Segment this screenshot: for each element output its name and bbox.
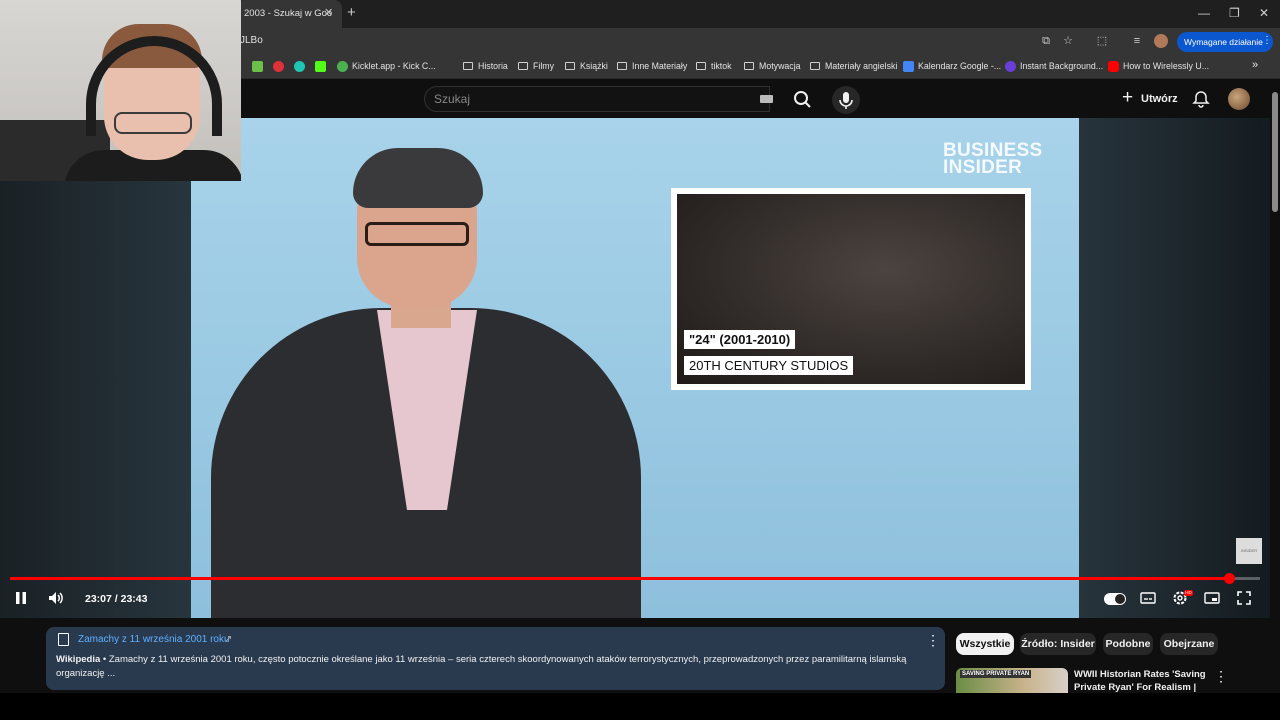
folder-icon bbox=[810, 62, 820, 70]
kicklet-icon[interactable] bbox=[337, 61, 348, 72]
profile-avatar-icon[interactable] bbox=[1154, 34, 1168, 48]
miniplayer-button[interactable] bbox=[1204, 590, 1220, 611]
document-icon bbox=[58, 633, 69, 646]
presenter-glasses bbox=[365, 222, 469, 246]
folder-icon bbox=[696, 62, 706, 70]
chip-related[interactable]: Podobne bbox=[1103, 633, 1153, 655]
bookmark-tiktok[interactable]: tiktok bbox=[711, 61, 732, 71]
info-card-text: Wikipedia • Zamachy z 11 września 2001 r… bbox=[56, 653, 916, 681]
calendar-icon bbox=[903, 61, 914, 72]
pause-icon bbox=[16, 592, 26, 604]
new-tab-button[interactable]: + bbox=[347, 4, 356, 21]
insider-corner-badge[interactable]: INSIDER bbox=[1236, 538, 1262, 564]
folder-icon bbox=[744, 62, 754, 70]
bookmark-instant-background[interactable]: Instant Background... bbox=[1020, 61, 1103, 71]
address-bar[interactable]: JLBo bbox=[240, 35, 263, 46]
bookmark-ksiazki[interactable]: Książki bbox=[580, 61, 608, 71]
fullscreen-button[interactable] bbox=[1236, 590, 1252, 611]
folder-icon bbox=[518, 62, 528, 70]
scrubber-handle[interactable] bbox=[1224, 573, 1235, 584]
bookmark-how-to-wirelessly[interactable]: How to Wirelessly U... bbox=[1123, 61, 1209, 71]
bookmark-motywacja[interactable]: Motywacja bbox=[759, 61, 801, 71]
pause-button[interactable] bbox=[14, 590, 28, 611]
streamer-glasses bbox=[114, 112, 192, 134]
folder-icon bbox=[565, 62, 575, 70]
bookmark-kicklet[interactable]: Kicklet.app - Kick C... bbox=[352, 61, 436, 71]
webcam-overlay bbox=[0, 0, 241, 181]
clip-title: "24" (2001-2010) bbox=[684, 330, 796, 349]
close-window-icon[interactable]: ✕ bbox=[1259, 6, 1269, 20]
hd-badge: HD bbox=[1184, 590, 1193, 596]
clip-studio: 20TH CENTURY STUDIOS bbox=[684, 356, 854, 375]
search-input[interactable] bbox=[424, 86, 770, 112]
photoroom-icon bbox=[1005, 61, 1016, 72]
info-card-title[interactable]: Zamachy z 11 września 2001 roku bbox=[78, 634, 230, 645]
chip-source-insider[interactable]: Źródło: Insider bbox=[1020, 633, 1096, 655]
volume-icon bbox=[49, 592, 63, 604]
account-avatar[interactable] bbox=[1228, 88, 1250, 110]
folder-icon bbox=[617, 62, 627, 70]
autoplay-toggle-knob bbox=[1115, 594, 1125, 604]
external-link-icon[interactable]: ↗ bbox=[224, 634, 232, 645]
chip-watched[interactable]: Obejrzane bbox=[1160, 633, 1218, 655]
voice-search-button[interactable] bbox=[832, 86, 860, 114]
bookmark-historia[interactable]: Historia bbox=[478, 61, 508, 71]
bookmark-filmy[interactable]: Filmy bbox=[533, 61, 554, 71]
bookmark-icon-2[interactable] bbox=[273, 61, 284, 72]
video-frame[interactable]: BUSINESS INSIDER "24" (2001-2010) 20TH C… bbox=[191, 118, 1079, 618]
chip-all[interactable]: Wszystkie bbox=[956, 633, 1014, 655]
info-card-source: Wikipedia bbox=[56, 654, 101, 665]
presenter-hair bbox=[353, 148, 483, 208]
action-menu-icon[interactable]: ⋮ bbox=[1262, 35, 1272, 46]
recommendation-menu-icon[interactable]: ⋮ bbox=[1214, 668, 1228, 685]
bookmark-star-icon[interactable]: ☆ bbox=[1061, 34, 1075, 48]
ambient-left bbox=[0, 118, 191, 618]
bookmark-inne-materialy[interactable]: Inne Materiały bbox=[632, 61, 687, 71]
bottom-bar bbox=[0, 693, 1280, 720]
restore-icon[interactable]: ❐ bbox=[1229, 6, 1240, 20]
search-placeholder: Szukaj bbox=[434, 92, 471, 106]
search-button[interactable] bbox=[783, 86, 823, 112]
bookmark-materialy-angielski[interactable]: Materiały angielski bbox=[825, 61, 897, 71]
bookmark-kalendarz[interactable]: Kalendarz Google -... bbox=[918, 61, 1001, 71]
plus-icon: + bbox=[1122, 87, 1134, 108]
bookmarks-overflow-icon[interactable]: » bbox=[1252, 59, 1258, 71]
kick-icon[interactable] bbox=[315, 61, 326, 72]
fullscreen-icon bbox=[1237, 591, 1251, 605]
youtube-icon bbox=[1108, 61, 1119, 72]
notifications-bell-icon[interactable] bbox=[1191, 89, 1211, 114]
tab-title: 2003 - Szukaj w Goo bbox=[244, 8, 333, 19]
minimize-icon[interactable]: — bbox=[1198, 6, 1210, 20]
keyboard-icon[interactable] bbox=[760, 95, 773, 103]
recommendation-thumbnail-text: SAVING PRIVATE RYAN bbox=[960, 670, 1032, 678]
extensions-icon[interactable]: ⬚ bbox=[1095, 34, 1109, 48]
scrollbar-thumb[interactable] bbox=[1272, 92, 1278, 212]
info-card-menu-icon[interactable]: ⋮ bbox=[926, 633, 940, 647]
folder-icon bbox=[463, 62, 473, 70]
action-required-label: Wymagane działanie bbox=[1184, 37, 1263, 47]
progress-played bbox=[10, 577, 1229, 580]
media-control-icon[interactable]: ≡ bbox=[1130, 34, 1144, 48]
info-card-description: • Zamachy z 11 września 2001 roku, częst… bbox=[56, 654, 907, 679]
install-app-icon[interactable]: ⧉ bbox=[1039, 34, 1053, 48]
subtitles-button[interactable] bbox=[1140, 590, 1156, 611]
business-insider-watermark: BUSINESS INSIDER bbox=[943, 140, 1043, 178]
video-player[interactable]: BUSINESS INSIDER "24" (2001-2010) 20TH C… bbox=[0, 118, 1270, 618]
bookmark-icon-1[interactable] bbox=[252, 61, 263, 72]
miniplayer-icon bbox=[1204, 592, 1220, 604]
search-icon bbox=[794, 91, 811, 108]
bookmark-icon-3[interactable] bbox=[294, 61, 305, 72]
time-display: 23:07 / 23:43 bbox=[85, 593, 148, 605]
tab-close-icon[interactable]: ✕ bbox=[324, 6, 333, 19]
volume-button[interactable] bbox=[47, 590, 65, 611]
create-label: Utwórz bbox=[1141, 93, 1178, 105]
microphone-icon bbox=[839, 92, 853, 109]
subtitles-icon bbox=[1140, 592, 1156, 604]
